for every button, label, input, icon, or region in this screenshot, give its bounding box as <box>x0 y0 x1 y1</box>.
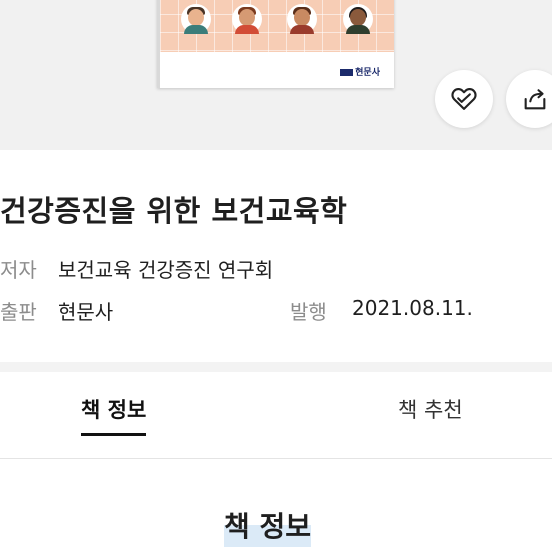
person-illustration <box>232 4 262 34</box>
published-date-label: 발행 <box>290 300 327 324</box>
section-divider <box>0 362 552 372</box>
heart-icon <box>451 88 477 110</box>
tab-book-recommend[interactable]: 책 추천 <box>398 394 463 424</box>
share-button[interactable] <box>506 70 552 128</box>
book-cover-area: 현문사 <box>0 0 552 150</box>
publisher-label: 출판 <box>0 300 37 324</box>
person-illustration <box>343 4 373 34</box>
tab-book-info[interactable]: 책 정보 <box>81 394 147 436</box>
publisher-logo: 현문사 <box>340 65 380 78</box>
section-heading-text: 책 정보 <box>224 510 312 543</box>
published-date-value: 2021.08.11. <box>352 296 473 320</box>
book-cover: 현문사 <box>157 0 394 88</box>
person-illustration <box>181 4 211 34</box>
share-icon <box>524 89 546 110</box>
person-illustration <box>287 4 317 34</box>
publisher-logo-icon <box>340 69 354 76</box>
author-label: 저자 <box>0 258 37 282</box>
author-value: 보건교육 건강증진 연구회 <box>58 258 274 282</box>
like-button[interactable] <box>435 70 493 128</box>
section-heading: 책 정보 <box>224 505 312 547</box>
book-title: 건강증진을 위한 보건교육학 <box>0 194 348 228</box>
publisher-value: 현문사 <box>58 300 114 324</box>
tab-bar-divider <box>0 458 552 459</box>
